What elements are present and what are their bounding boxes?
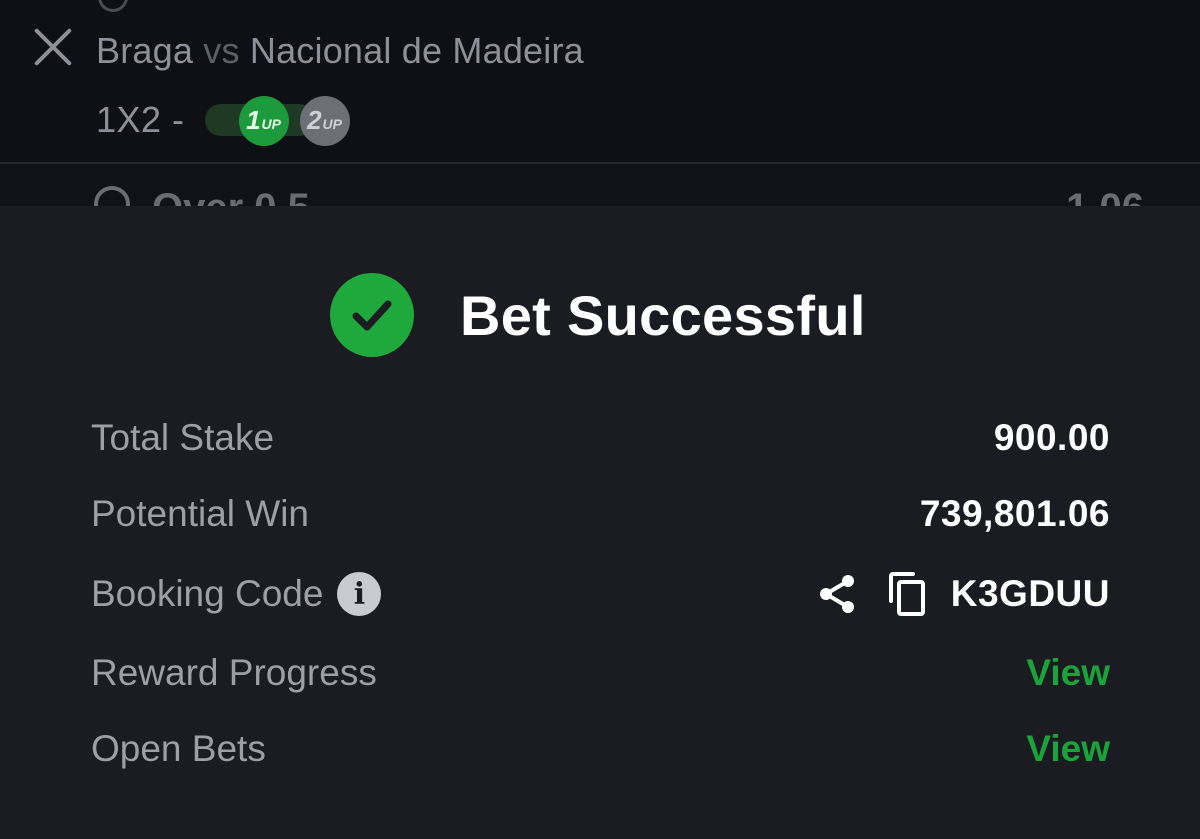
away-team: Nacional de Madeira (249, 30, 584, 71)
copy-glyph (888, 572, 925, 616)
partial-icon (98, 0, 128, 12)
reward-progress-label: Reward Progress (91, 652, 377, 693)
copy-icon[interactable] (885, 570, 929, 618)
potential-win-value: 739,801.06 (919, 493, 1110, 534)
bet-success-sheet: Bet Successful Total Stake 900.00 Potent… (0, 206, 1200, 839)
two-up-suffix: UP (322, 116, 342, 132)
success-title: Bet Successful (460, 283, 866, 347)
reward-progress-row: Reward Progress View (91, 648, 1110, 698)
selection-label: Over 0.5 (152, 186, 310, 206)
reward-progress-view-link[interactable]: View (1026, 652, 1110, 694)
booking-code-group: K3GDUU (815, 570, 1110, 618)
market-row: 1X2 - 1 UP 2 UP (96, 96, 350, 146)
boost-toggle[interactable]: 1 UP 2 UP (199, 96, 350, 146)
total-stake-value: 900.00 (993, 417, 1110, 458)
one-up-badge[interactable]: 1 UP (238, 96, 289, 146)
one-up-number: 1 (246, 105, 261, 135)
one-up-suffix: UP (261, 116, 281, 132)
open-bets-label: Open Bets (91, 728, 266, 769)
total-stake-row: Total Stake 900.00 (91, 413, 1110, 463)
two-up-number: 2 (307, 105, 322, 135)
potential-win-label: Potential Win (91, 493, 309, 534)
football-icon (94, 186, 130, 206)
checkmark-icon (352, 300, 392, 331)
success-header: Bet Successful (330, 273, 866, 357)
two-up-badge[interactable]: 2 UP (299, 96, 350, 146)
booking-code-label-group: Booking Code i (91, 572, 382, 616)
betslip-header: Braga vs Nacional de Madeira 1X2 - 1 UP 2… (0, 0, 1200, 162)
selection-odds: 1.06 (1066, 186, 1144, 206)
check-circle-icon (330, 273, 414, 357)
booking-code-label: Booking Code (91, 573, 324, 614)
open-bets-view-link[interactable]: View (1026, 728, 1110, 770)
home-team: Braga (96, 30, 194, 71)
close-icon[interactable] (32, 26, 74, 68)
market-label: 1X2 - (96, 99, 185, 140)
potential-win-row: Potential Win 739,801.06 (91, 489, 1110, 539)
selection-row: Over 0.5 1.06 (0, 164, 1200, 206)
open-bets-row: Open Bets View (91, 724, 1110, 774)
share-glyph (819, 575, 854, 613)
total-stake-label: Total Stake (91, 417, 275, 458)
vs-separator: vs (203, 30, 240, 71)
booking-code-row: Booking Code i K3GDUU (91, 569, 1110, 619)
info-icon[interactable]: i (337, 572, 382, 616)
share-icon[interactable] (815, 572, 859, 616)
match-title: Braga vs Nacional de Madeira (96, 30, 584, 72)
booking-code-value[interactable]: K3GDUU (951, 573, 1110, 615)
